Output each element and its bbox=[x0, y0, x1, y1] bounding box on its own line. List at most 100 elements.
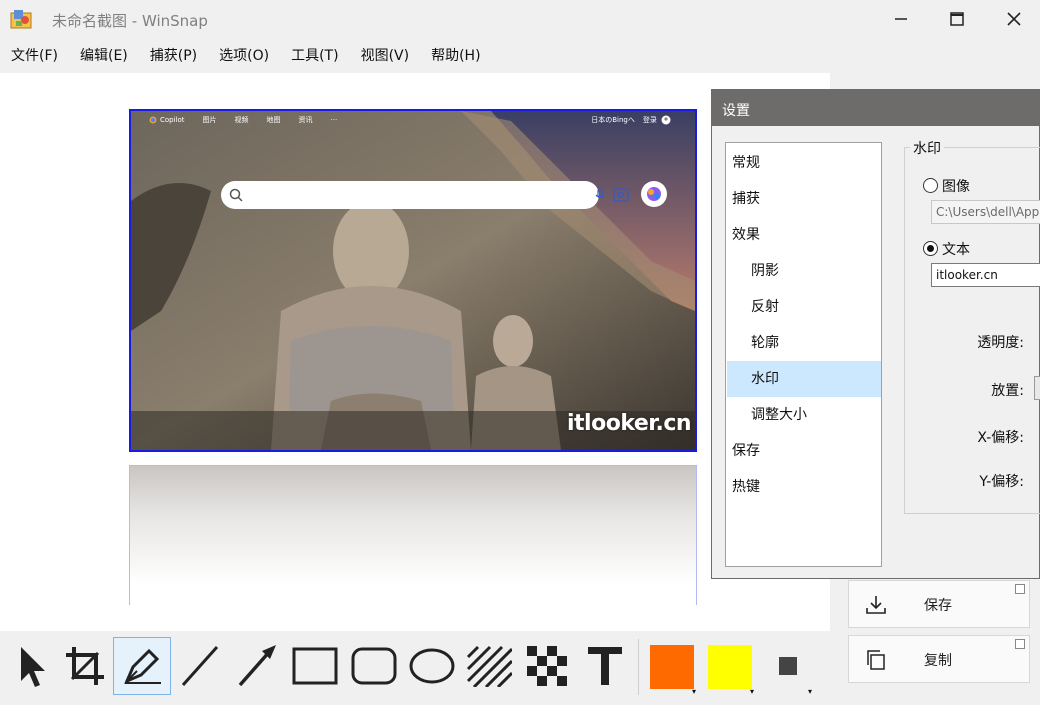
menu-options[interactable]: 选项(O) bbox=[208, 42, 280, 70]
primary-color-dropdown-icon[interactable]: ▾ bbox=[692, 687, 696, 696]
maximize-icon bbox=[950, 12, 964, 26]
visual-search-icon bbox=[613, 188, 629, 202]
save-auto-checkbox[interactable] bbox=[1015, 584, 1025, 594]
pen-tool[interactable] bbox=[113, 637, 171, 695]
winsnap-app-icon bbox=[10, 10, 32, 29]
title-bar: 未命名截图 - WinSnap bbox=[0, 0, 1040, 38]
nav-item-effects[interactable]: 效果 bbox=[732, 217, 760, 253]
line-tool[interactable] bbox=[171, 637, 229, 695]
watermark-group-title: 水印 bbox=[910, 138, 944, 158]
reflection-gradient bbox=[130, 466, 696, 605]
nav-item-shadow[interactable]: 阴影 bbox=[751, 253, 779, 289]
nav-copilot: Copilot bbox=[160, 116, 185, 124]
copy-auto-checkbox[interactable] bbox=[1015, 639, 1025, 649]
y-offset-label: Y-偏移: bbox=[979, 474, 1024, 490]
save-action-button[interactable]: 保存 bbox=[848, 580, 1030, 628]
nav-item-capture[interactable]: 捕获 bbox=[732, 181, 760, 217]
settings-dialog: 设置 常规 捕获 效果 阴影 反射 轮廓 水印 调整大小 保存 热键 水印 图像… bbox=[711, 89, 1040, 579]
secondary-color-swatch[interactable] bbox=[708, 645, 752, 689]
nav-videos: 视频 bbox=[234, 116, 249, 124]
user-avatar-icon bbox=[661, 115, 671, 125]
watermark-text-field[interactable]: itlooker.cn bbox=[931, 263, 1040, 287]
line-icon bbox=[181, 645, 219, 687]
nav-item-hotkeys[interactable]: 热键 bbox=[732, 469, 760, 505]
ellipse-icon bbox=[409, 648, 455, 684]
pointer-icon bbox=[21, 647, 45, 687]
nav-item-watermark[interactable]: 水印 bbox=[751, 361, 779, 397]
menu-edit[interactable]: 编辑(E) bbox=[69, 42, 139, 70]
drawing-toolbar: ▾ ▾ ▾ bbox=[0, 633, 830, 705]
placement-dropdown[interactable] bbox=[1034, 376, 1040, 400]
nav-item-reflection[interactable]: 反射 bbox=[751, 289, 779, 325]
text-radio[interactable] bbox=[923, 241, 938, 256]
image-radio-label[interactable]: 图像 bbox=[942, 176, 970, 196]
menu-tools[interactable]: 工具(T) bbox=[280, 42, 349, 70]
line-width-dropdown-icon[interactable]: ▾ bbox=[808, 687, 812, 696]
winsnap-window: 未命名截图 - WinSnap 文件(F) 编辑(E) 捕获(P) 选项(O) … bbox=[0, 0, 1040, 705]
nav-images: 图片 bbox=[202, 116, 217, 124]
pen-icon bbox=[124, 648, 161, 684]
bing-search-box bbox=[221, 181, 629, 209]
nav-maps: 地图 bbox=[266, 116, 281, 124]
browser-nav-bar: Copilot 图片 视频 地图 资讯 ··· 日本のBingへ 登录 bbox=[131, 111, 695, 129]
menu-file[interactable]: 文件(F) bbox=[0, 42, 69, 70]
dialog-title-bar[interactable]: 设置 bbox=[712, 90, 1039, 126]
menu-view[interactable]: 视图(V) bbox=[350, 42, 421, 70]
menu-help[interactable]: 帮助(H) bbox=[420, 42, 491, 70]
toolbar-separator bbox=[638, 639, 639, 695]
copilot-icon bbox=[647, 187, 661, 201]
arrow-icon bbox=[238, 645, 276, 687]
text-tool[interactable] bbox=[576, 637, 634, 695]
image-path-field[interactable]: C:\Users\dell\AppD bbox=[931, 200, 1040, 224]
primary-color-swatch[interactable] bbox=[650, 645, 694, 689]
save-action-label: 保存 bbox=[924, 598, 952, 614]
menu-capture[interactable]: 捕获(P) bbox=[139, 42, 208, 70]
rectangle-tool[interactable] bbox=[286, 637, 344, 695]
download-icon bbox=[866, 596, 886, 614]
nav-bing-japan: 日本のBingへ bbox=[591, 116, 635, 124]
rectangle-icon bbox=[292, 647, 338, 685]
close-icon bbox=[1007, 12, 1021, 26]
grotto-photo bbox=[131, 111, 695, 450]
copilot-button bbox=[641, 181, 667, 207]
crop-icon bbox=[66, 647, 104, 685]
rounded-rectangle-icon bbox=[351, 647, 397, 685]
pixelate-icon bbox=[527, 646, 567, 686]
close-button[interactable] bbox=[985, 0, 1040, 38]
text-radio-label[interactable]: 文本 bbox=[942, 239, 970, 259]
crop-tool[interactable] bbox=[56, 637, 114, 695]
nav-more: ··· bbox=[330, 116, 338, 124]
copilot-logo-icon bbox=[149, 116, 157, 124]
settings-nav-list: 常规 捕获 效果 阴影 反射 轮廓 水印 调整大小 保存 热键 bbox=[725, 142, 882, 567]
line-width-swatch[interactable] bbox=[779, 657, 797, 675]
copy-action-label: 复制 bbox=[924, 653, 952, 669]
copy-icon bbox=[867, 650, 885, 670]
microphone-icon bbox=[595, 188, 605, 199]
minimize-icon bbox=[895, 18, 907, 20]
image-radio[interactable] bbox=[923, 178, 938, 193]
minimize-button[interactable] bbox=[872, 0, 930, 38]
opacity-label: 透明度: bbox=[977, 335, 1024, 351]
copy-action-button[interactable]: 复制 bbox=[848, 635, 1030, 683]
pixelate-tool[interactable] bbox=[518, 637, 576, 695]
pointer-tool[interactable] bbox=[0, 637, 58, 695]
nav-item-resize[interactable]: 调整大小 bbox=[751, 397, 807, 433]
nav-item-save[interactable]: 保存 bbox=[732, 433, 760, 469]
secondary-color-dropdown-icon[interactable]: ▾ bbox=[750, 687, 754, 696]
maximize-button[interactable] bbox=[928, 0, 986, 38]
captured-screenshot[interactable]: Copilot 图片 视频 地图 资讯 ··· 日本のBingへ 登录 itlo… bbox=[129, 109, 697, 452]
text-icon bbox=[588, 647, 622, 685]
search-icon bbox=[229, 188, 243, 202]
dialog-title: 设置 bbox=[722, 103, 750, 119]
hatch-icon bbox=[466, 645, 512, 687]
rounded-rectangle-tool[interactable] bbox=[345, 637, 403, 695]
menu-bar: 文件(F) 编辑(E) 捕获(P) 选项(O) 工具(T) 视图(V) 帮助(H… bbox=[0, 42, 492, 70]
placement-label: 放置: bbox=[991, 383, 1024, 399]
window-title: 未命名截图 - WinSnap bbox=[52, 12, 208, 30]
watermark-text: itlooker.cn bbox=[567, 411, 692, 436]
nav-item-general[interactable]: 常规 bbox=[732, 145, 760, 181]
hatch-tool[interactable] bbox=[460, 637, 518, 695]
ellipse-tool[interactable] bbox=[403, 637, 461, 695]
arrow-tool[interactable] bbox=[228, 637, 286, 695]
nav-item-outline[interactable]: 轮廓 bbox=[751, 325, 779, 361]
